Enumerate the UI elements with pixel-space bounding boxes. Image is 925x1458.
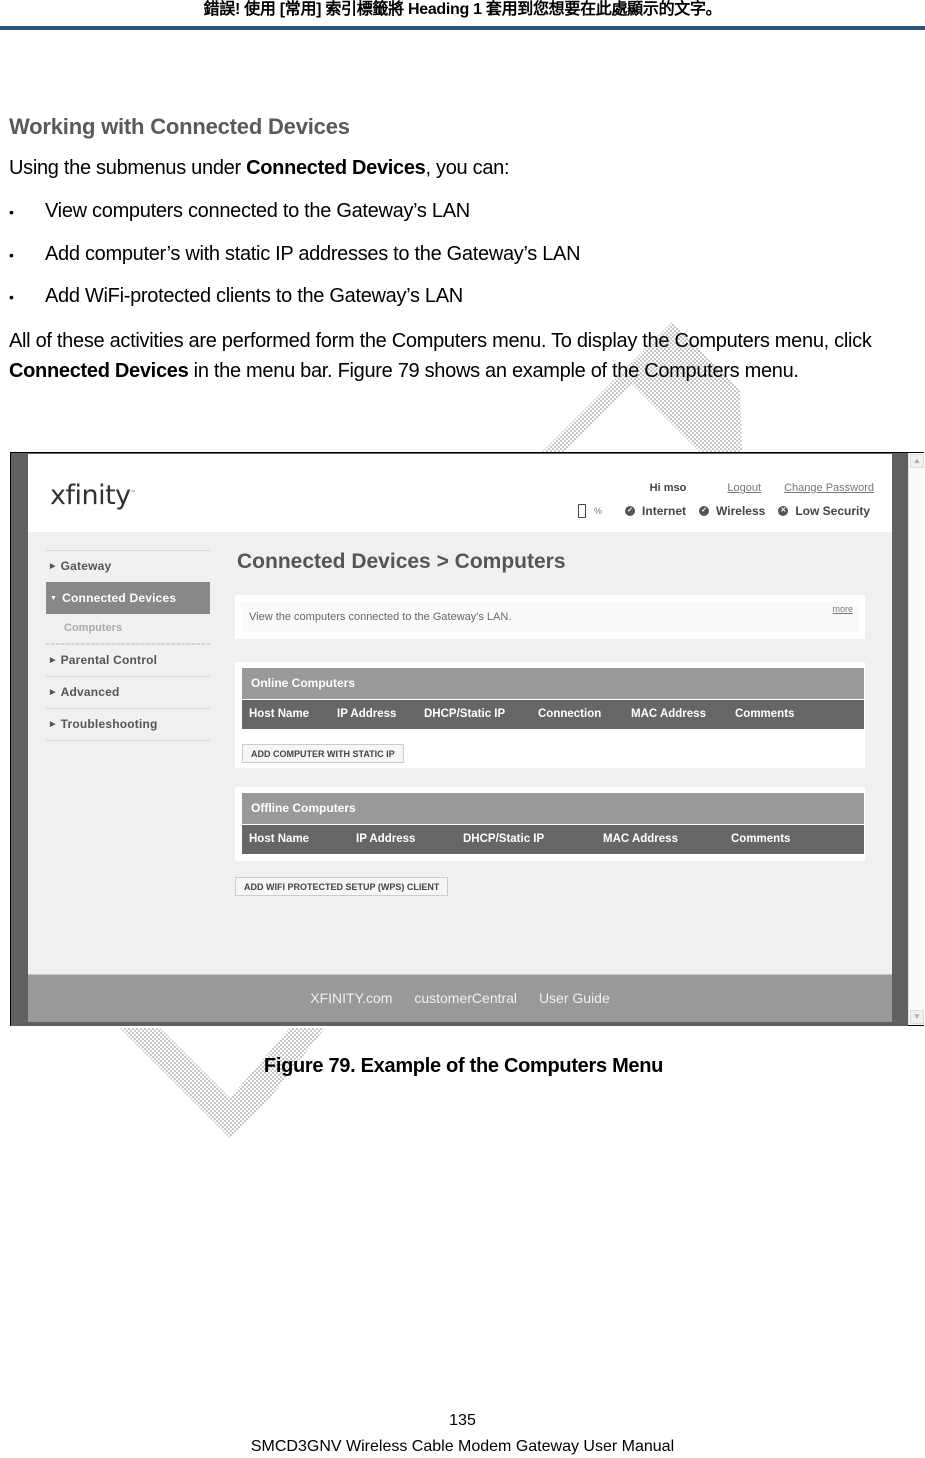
column-header: Host Name [249, 708, 310, 720]
column-header: Comments [731, 833, 791, 845]
online-table-title: Online Computers [242, 668, 864, 699]
header-rule [0, 26, 925, 30]
frame-left [11, 453, 28, 1025]
column-header: IP Address [337, 708, 397, 720]
column-header: MAC Address [603, 833, 678, 845]
bullet-dot: • [9, 247, 14, 263]
user-links: Hi mso Logout Change Password [650, 482, 874, 494]
check-icon: ✓ [699, 506, 710, 516]
nav-item-connected-devices[interactable]: ▼ Connected Devices [46, 582, 210, 614]
bullet-text: Add computer’s with static IP addresses … [45, 243, 581, 265]
nav-label: Troubleshooting [60, 717, 158, 731]
offline-table-title: Offline Computers [242, 793, 864, 824]
gateway-header: xfinity™ Hi mso Logout Change Password %… [28, 454, 892, 532]
nav-label: Parental Control [60, 653, 158, 667]
caret-down-icon: ▼ [50, 594, 58, 602]
caret-right-icon: ▶ [50, 656, 56, 664]
side-nav: ▶ Gateway ▼ Connected Devices Computers ▶ P… [46, 550, 210, 741]
gateway-footer: XFINITY.com customerCentral User Guide [28, 974, 892, 1023]
intro-bold: Connected Devices [246, 157, 426, 179]
offline-computers-panel: Offline Computers Host Name IP Address D… [235, 787, 865, 861]
frame-bottom [11, 1022, 908, 1026]
add-wps-client-button[interactable]: ADD WIFI PROTECTED SETUP (WPS) CLIENT [235, 877, 449, 896]
intro-text: Using the submenus under [9, 157, 247, 179]
xfinity-logo: xfinity™ [50, 480, 136, 511]
nav-item-parental-control[interactable]: ▶ Parental Control [46, 644, 210, 676]
caret-right-icon: ▶ [50, 688, 56, 696]
gateway-page: xfinity™ Hi mso Logout Change Password %… [28, 454, 892, 1023]
bullet-text: Add WiFi-protected clients to the Gatewa… [45, 285, 463, 307]
nav-item-gateway[interactable]: ▶ Gateway [46, 550, 210, 582]
vertical-scrollbar[interactable]: ▲ ▼ [908, 453, 924, 1025]
caret-right-icon: ▶ [50, 562, 56, 570]
check-icon: ✓ [625, 506, 636, 516]
description-box: View the computers connected to the Gate… [235, 595, 865, 639]
nav-item-troubleshooting[interactable]: ▶ Troubleshooting [46, 708, 210, 740]
change-password-link[interactable]: Change Password [784, 482, 874, 494]
column-header: MAC Address [631, 708, 706, 720]
running-head: 錯誤! 使用 [常用] 索引標籤將 Heading 1 套用到您想要在此處顯示的… [203, 1, 722, 18]
status-security: Low Security [795, 504, 870, 518]
column-header: Connection [538, 708, 602, 720]
bullet-dot: • [9, 289, 14, 305]
body-text: All of these activities are performed fo… [9, 330, 872, 352]
figure-screenshot: xfinity™ Hi mso Logout Change Password %… [10, 452, 924, 1026]
more-link[interactable]: more [832, 604, 853, 614]
figure-caption: Figure 79. Example of the Computers Menu [263, 1055, 664, 1077]
nav-label: Gateway [60, 559, 112, 573]
status-internet: Internet [642, 504, 687, 518]
nav-label: Advanced [60, 685, 120, 699]
scroll-down-icon[interactable]: ▼ [910, 1010, 924, 1024]
nav-item-advanced[interactable]: ▶ Advanced [46, 676, 210, 708]
offline-table-header: Host Name IP Address DHCP/Static IP MAC … [242, 825, 864, 854]
frame-right [892, 453, 908, 1025]
watermark-shape-bottom [120, 1028, 325, 1138]
bullet-dot: • [9, 204, 14, 220]
intro-text-end: , you can: [425, 157, 510, 179]
greeting: Hi mso [649, 482, 687, 494]
intro-paragraph: Using the submenus under Connected Devic… [9, 157, 510, 180]
scroll-up-icon[interactable]: ▲ [910, 454, 924, 468]
nav-label: Connected Devices [62, 591, 177, 605]
status-wireless: Wireless [716, 504, 766, 518]
body-paragraph: All of these activities are performed fo… [9, 326, 909, 386]
online-table-header: Host Name IP Address DHCP/Static IP Conn… [242, 700, 864, 729]
online-computers-panel: Online Computers Host Name IP Address DH… [235, 662, 865, 768]
section-title: Working with Connected Devices [9, 114, 350, 139]
x-icon: ✕ [778, 506, 789, 516]
body-bold: Connected Devices [9, 360, 189, 382]
caret-right-icon: ▶ [50, 720, 56, 728]
bullet-text: View computers connected to the Gateway’… [45, 200, 470, 222]
add-static-ip-button[interactable]: ADD COMPUTER WITH STATIC IP [242, 744, 404, 763]
footer-link-user-guide[interactable]: User Guide [539, 990, 610, 1006]
battery-percent: % [594, 506, 603, 516]
description-text: View the computers connected to the Gate… [249, 611, 512, 623]
page-title: Connected Devices > Computers [237, 550, 566, 573]
body-text-end: in the menu bar. Figure 79 shows an exam… [188, 360, 799, 382]
manual-title: SMCD3GNV Wireless Cable Modem Gateway Us… [250, 1438, 675, 1455]
nav-divider [46, 740, 210, 741]
logout-link[interactable]: Logout [727, 482, 761, 494]
footer-link-customercentral[interactable]: customerCentral [414, 990, 517, 1006]
battery-icon [578, 504, 587, 518]
column-header: DHCP/Static IP [463, 833, 545, 845]
page-number: 135 [449, 1412, 476, 1429]
column-header: Comments [735, 708, 795, 720]
nav-subitem-computers[interactable]: Computers [46, 614, 210, 644]
column-header: Host Name [249, 833, 310, 845]
column-header: DHCP/Static IP [424, 708, 506, 720]
status-row: % ✓ Internet ✓ Wireless ✕ Low Security [578, 504, 870, 518]
footer-link-xfinity[interactable]: XFINITY.com [310, 990, 392, 1006]
column-header: IP Address [356, 833, 416, 845]
